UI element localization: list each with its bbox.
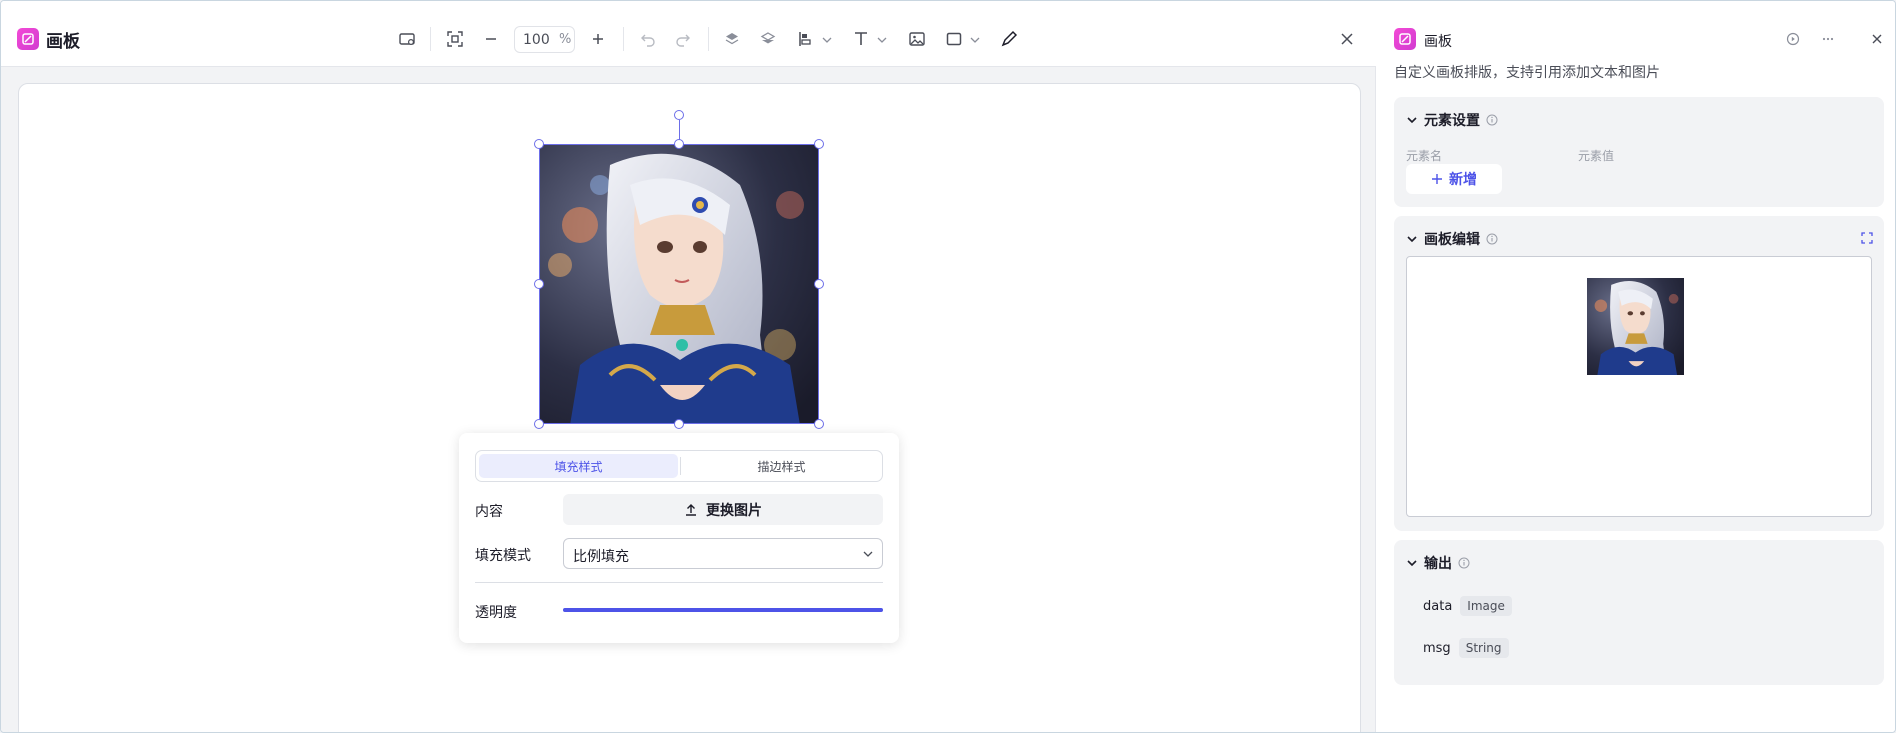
resize-handle[interactable] [814, 279, 824, 289]
add-element-button[interactable]: 新增 [1406, 164, 1502, 194]
board-preview-image [1587, 278, 1684, 375]
more-options-icon[interactable] [1819, 30, 1837, 48]
output-type-badge: Image [1460, 596, 1512, 616]
fill-mode-select[interactable]: 比例填充 [563, 538, 883, 569]
output-row: msg String [1423, 638, 1509, 658]
send-backward-icon[interactable] [754, 25, 782, 53]
element-settings-section: 元素设置 元素名 元素值 新增 [1394, 97, 1884, 207]
info-icon[interactable] [1458, 557, 1470, 569]
collapse-chevron-icon [1407, 236, 1417, 243]
style-tabs: 填充样式 描边样式 [475, 450, 883, 482]
expand-icon[interactable] [1861, 232, 1873, 244]
selected-image[interactable] [539, 144, 819, 424]
element-settings-header[interactable]: 元素设置 [1406, 110, 1498, 130]
replace-image-label: 更换图片 [706, 502, 762, 519]
rotate-handle[interactable] [674, 110, 684, 120]
redo-icon[interactable] [669, 25, 697, 53]
align-dropdown-icon[interactable] [822, 36, 832, 44]
element-value-column: 元素值 [1578, 149, 1615, 163]
close-editor-icon[interactable] [1333, 25, 1361, 53]
panel-divider [475, 582, 883, 583]
tab-stroke-style[interactable]: 描边样式 [682, 454, 881, 478]
zoom-in-icon[interactable] [584, 25, 612, 53]
collapse-chevron-icon [1407, 117, 1417, 124]
node-title: 画板 [1424, 34, 1452, 50]
element-settings-title: 元素设置 [1424, 113, 1480, 129]
text-dropdown-icon[interactable] [877, 36, 887, 44]
output-type-badge: String [1458, 638, 1509, 658]
canvas-settings-icon[interactable] [393, 25, 421, 53]
opacity-slider[interactable] [563, 608, 883, 612]
replace-image-button[interactable]: 更换图片 [563, 494, 883, 525]
output-name: data [1423, 598, 1453, 614]
opacity-label: 透明度 [475, 605, 517, 621]
content-label: 内容 [475, 504, 503, 520]
resize-handle[interactable] [534, 139, 544, 149]
resize-handle[interactable] [674, 139, 684, 149]
output-row: data Image [1423, 596, 1512, 616]
shape-dropdown-icon[interactable] [970, 36, 980, 44]
collapse-chevron-icon [1407, 560, 1417, 567]
anime-girl-image [540, 145, 818, 423]
tab-fill-style[interactable]: 填充样式 [479, 454, 678, 478]
toolbar-divider [623, 27, 624, 51]
resize-handle[interactable] [534, 419, 544, 429]
board-edit-header[interactable]: 画板编辑 [1406, 229, 1498, 249]
plus-icon [1432, 174, 1442, 184]
output-name: msg [1423, 640, 1451, 656]
fit-view-icon[interactable] [441, 25, 469, 53]
chevron-down-icon [863, 551, 873, 557]
undo-icon[interactable] [634, 25, 662, 53]
resize-handle[interactable] [674, 419, 684, 429]
node-config-panel: 画板 自定义画板排版，支持引用添加文本和图片 元素设置 元素名 元素值 新增 画… [1377, 1, 1895, 732]
tab-divider [680, 457, 681, 475]
output-title: 输出 [1424, 556, 1452, 572]
close-panel-icon[interactable] [1868, 30, 1886, 48]
resize-handle[interactable] [814, 419, 824, 429]
editor-toolbar: 画板 100 % [1, 1, 1376, 67]
element-name-column: 元素名 [1406, 149, 1443, 163]
node-description: 自定义画板排版，支持引用添加文本和图片 [1394, 65, 1660, 81]
info-icon[interactable] [1486, 114, 1498, 126]
add-element-label: 新增 [1449, 172, 1477, 188]
upload-icon [686, 503, 696, 516]
app-window: 画板 100 % 填充样式 描边样式 内容 更换图片 填充模式 比例填充 透明度… [0, 0, 1896, 733]
zoom-unit: % [559, 32, 572, 47]
image-style-panel: 填充样式 描边样式 内容 更换图片 填充模式 比例填充 透明度 [459, 433, 899, 643]
toolbar-divider [708, 27, 709, 51]
info-icon[interactable] [1486, 233, 1498, 245]
pen-tool-icon[interactable] [995, 25, 1023, 53]
anime-girl-thumbnail [1587, 278, 1684, 375]
align-icon[interactable] [792, 25, 820, 53]
resize-handle[interactable] [814, 139, 824, 149]
opacity-slider-fill [563, 608, 883, 612]
board-edit-title: 画板编辑 [1424, 232, 1480, 248]
image-tool-icon[interactable] [903, 25, 931, 53]
toolbar-divider [430, 27, 431, 51]
fill-mode-label: 填充模式 [475, 548, 531, 564]
zoom-out-icon[interactable] [477, 25, 505, 53]
run-node-icon[interactable] [1784, 30, 1802, 48]
shape-tool-icon[interactable] [940, 25, 968, 53]
canvas-editor: 画板 100 % 填充样式 描边样式 内容 更换图片 填充模式 比例填充 透明度 [1, 1, 1376, 732]
zoom-input[interactable]: 100 % [514, 26, 575, 53]
board-logo-icon [17, 28, 39, 50]
board-node-icon [1394, 28, 1416, 50]
editor-title: 画板 [46, 32, 80, 52]
board-edit-section: 画板编辑 [1394, 216, 1884, 531]
output-header[interactable]: 输出 [1406, 553, 1470, 573]
bring-forward-icon[interactable] [718, 25, 746, 53]
zoom-value: 100 [523, 31, 550, 48]
output-section: 输出 data Image msg String [1394, 540, 1884, 685]
board-preview[interactable] [1406, 256, 1872, 517]
text-tool-icon[interactable] [847, 25, 875, 53]
resize-handle[interactable] [534, 279, 544, 289]
fill-mode-value: 比例填充 [573, 549, 629, 565]
